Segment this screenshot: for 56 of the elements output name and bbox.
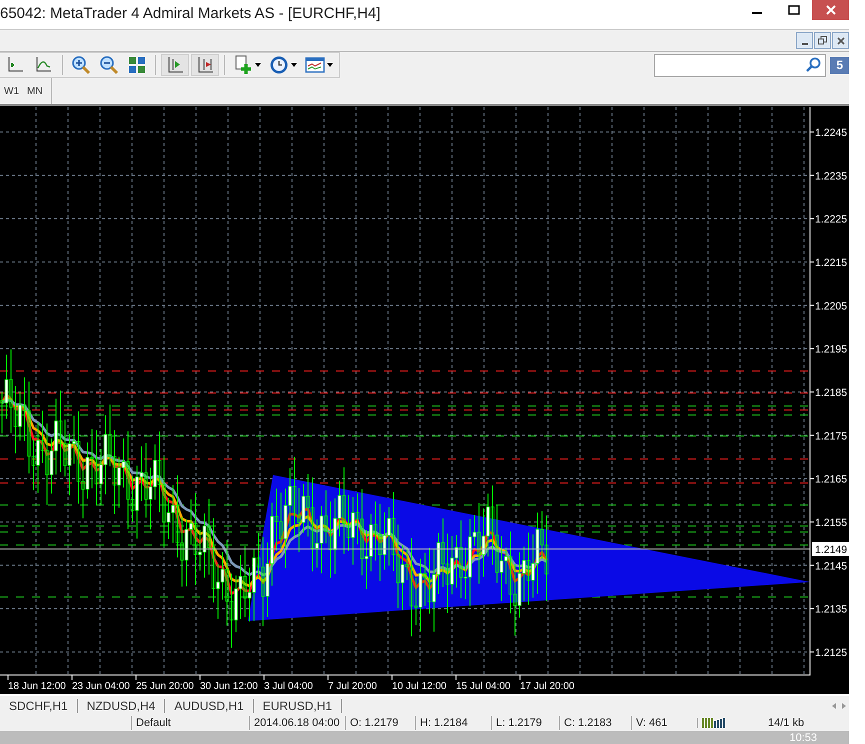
restore-chart-button[interactable] — [814, 32, 831, 49]
price-axis-label: 1.2185 — [815, 386, 848, 399]
status-text: 2014.06.18 04:00 — [249, 716, 345, 730]
time-axis-label: 23 Jun 04:00 — [72, 681, 130, 692]
chart-tab[interactable]: AUDUSD,H1 — [165, 698, 254, 712]
current-price-label: 1.2149 — [812, 542, 849, 556]
time-axis-label: 25 Jun 20:00 — [136, 681, 194, 692]
price-axis-label: 1.2225 — [815, 214, 848, 226]
time-axis-label: 10 Jul 12:00 — [392, 681, 446, 692]
status-text: O: 1.2179 — [345, 716, 415, 730]
status-text: V: 461 — [631, 716, 697, 730]
triangle-object[interactable] — [248, 475, 810, 621]
notifications-button[interactable]: 5 — [830, 56, 849, 74]
timeframe-button[interactable]: W1 — [0, 84, 23, 98]
status-text: Default — [131, 716, 249, 730]
timeframe-button[interactable]: MN — [23, 84, 47, 98]
search-field[interactable] — [654, 54, 826, 76]
price-axis-label: 1.2155 — [815, 516, 848, 529]
price-axis-label: 1.2145 — [815, 560, 848, 572]
taskbar-clock: 10:53 — [789, 732, 817, 744]
price-axis-label: 1.2245 — [815, 127, 848, 139]
price-axis-label: 1.2235 — [815, 170, 848, 182]
connection-bars-icon — [702, 718, 726, 728]
auto-scroll-icon[interactable] — [191, 54, 219, 76]
search-icon — [805, 57, 822, 73]
maximize-icon[interactable] — [788, 5, 800, 15]
window-title: 65042: MetaTrader 4 Admiral Markets AS - [EURCHF,H4] — [0, 4, 382, 24]
price-axis-label: 1.2135 — [815, 604, 848, 616]
status-text: 14/1 kb — [767, 716, 804, 731]
close-button[interactable] — [812, 0, 849, 20]
caret-icon — [291, 63, 297, 67]
time-axis-label: 15 Jul 04:00 — [456, 681, 510, 692]
status-text: L: 1.2179 — [491, 716, 559, 730]
close-chart-button[interactable] — [832, 32, 849, 49]
price-axis-label: 1.2175 — [815, 430, 848, 442]
status-text: H: 1.2184 — [415, 716, 491, 730]
caret-icon — [255, 63, 261, 67]
price-axis-label: 1.2215 — [815, 257, 848, 269]
restore-icon[interactable] — [818, 36, 827, 45]
caret-icon — [327, 63, 333, 67]
chart-tab[interactable]: EURUSD,H1 — [254, 698, 342, 712]
chart-tab[interactable]: NZDUSD,H4 — [78, 698, 166, 712]
time-axis-label: 7 Jul 20:00 — [328, 681, 377, 692]
time-axis-label: 18 Jun 12:00 — [8, 681, 66, 692]
status-text: C: 1.2183 — [559, 716, 631, 730]
price-axis-label: 1.2205 — [815, 300, 848, 312]
close-icon[interactable] — [836, 36, 844, 44]
price-axis-label: 1.2125 — [815, 646, 848, 659]
time-axis-label: 17 Jul 20:00 — [520, 681, 574, 692]
chart-shift-icon[interactable] — [161, 54, 189, 76]
price-axis-label: 1.2195 — [815, 344, 848, 356]
price-axis-label: 1.2165 — [815, 474, 848, 486]
time-axis-label: 3 Jul 04:00 — [264, 681, 313, 692]
time-axis-label: 30 Jun 12:00 — [200, 681, 258, 692]
chart-tab[interactable]: SDCHF,H1 — [0, 698, 78, 712]
minimize-chart-button[interactable] — [796, 32, 813, 49]
